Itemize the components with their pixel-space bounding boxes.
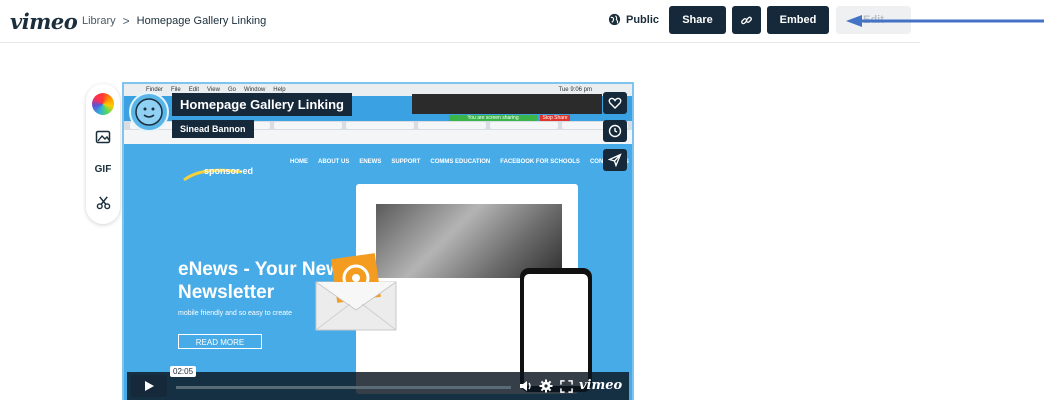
link-icon	[741, 16, 752, 24]
fullscreen-icon	[559, 379, 573, 393]
copy-link-button[interactable]	[732, 6, 761, 34]
top-bar: vimeo Library > Homepage Gallery Linking…	[0, 0, 920, 43]
video-title[interactable]: Homepage Gallery Linking	[172, 93, 352, 116]
tool-rail: GIF	[86, 84, 120, 224]
video-author[interactable]: Sinead Bannon	[172, 120, 254, 138]
site-nav-item: ENEWS	[359, 159, 382, 165]
gif-tool-button[interactable]: GIF	[89, 153, 117, 186]
breadcrumb-library-link[interactable]: Library	[82, 15, 116, 27]
chevron-right-icon: >	[122, 14, 130, 28]
play-button[interactable]	[131, 375, 167, 397]
avatar[interactable]	[129, 92, 169, 132]
share-button[interactable]: Share	[669, 6, 726, 34]
progress-track[interactable]	[176, 386, 511, 389]
enews-subtext: mobile friendly and so easy to create	[178, 310, 293, 317]
fullscreen-button[interactable]	[558, 378, 574, 394]
share-video-button[interactable]	[603, 149, 627, 171]
breadcrumb: Library > Homepage Gallery Linking	[82, 14, 266, 28]
paper-plane-icon	[608, 153, 622, 167]
site-nav-item: SUPPORT	[391, 159, 421, 165]
site-nav-item: ABOUT US	[318, 159, 350, 165]
annotation-arrow-icon	[846, 15, 1044, 27]
read-more-button: READ MORE	[178, 334, 262, 349]
volume-button[interactable]	[518, 378, 534, 394]
like-button[interactable]	[603, 92, 627, 114]
color-wheel-icon	[92, 92, 114, 115]
group-photo	[376, 204, 562, 278]
gear-icon	[539, 379, 553, 393]
vimeo-logo[interactable]: vimeo	[10, 9, 78, 34]
breadcrumb-current-title[interactable]: Homepage Gallery Linking	[137, 15, 267, 27]
time-tooltip: 02:05	[170, 366, 197, 377]
scissors-icon	[96, 196, 110, 210]
site-nav-item: COMMS EDUCATION	[430, 159, 491, 165]
volume-icon	[520, 381, 531, 391]
trim-tool-button[interactable]	[89, 186, 117, 219]
email-envelope-icon	[315, 253, 397, 331]
color-tool-button[interactable]	[89, 87, 117, 120]
sponsor-ed-logo: sponsor-ed	[183, 166, 253, 182]
watch-later-button[interactable]	[603, 120, 627, 142]
thumbnail-tool-button[interactable]	[89, 120, 117, 153]
settings-button[interactable]	[538, 378, 554, 394]
globe-icon	[608, 13, 621, 26]
phone-screen	[524, 274, 588, 386]
privacy-toggle[interactable]: Public	[608, 13, 659, 26]
play-icon	[145, 381, 154, 391]
vimeo-player-logo[interactable]: vimeo	[579, 378, 622, 393]
embed-button[interactable]: Embed	[767, 6, 829, 34]
clock-icon	[608, 124, 622, 138]
smiley-face-icon	[135, 98, 163, 126]
heart-icon	[608, 97, 622, 109]
privacy-label: Public	[626, 13, 660, 26]
site-nav: HOME ABOUT US ENEWS SUPPORT COMMS EDUCAT…	[290, 159, 629, 165]
svg-text:sponsor-ed: sponsor-ed	[204, 166, 253, 176]
site-nav-item: FACEBOOK FOR SCHOOLS	[500, 159, 580, 165]
site-nav-item: HOME	[290, 159, 308, 165]
image-icon	[95, 130, 111, 143]
